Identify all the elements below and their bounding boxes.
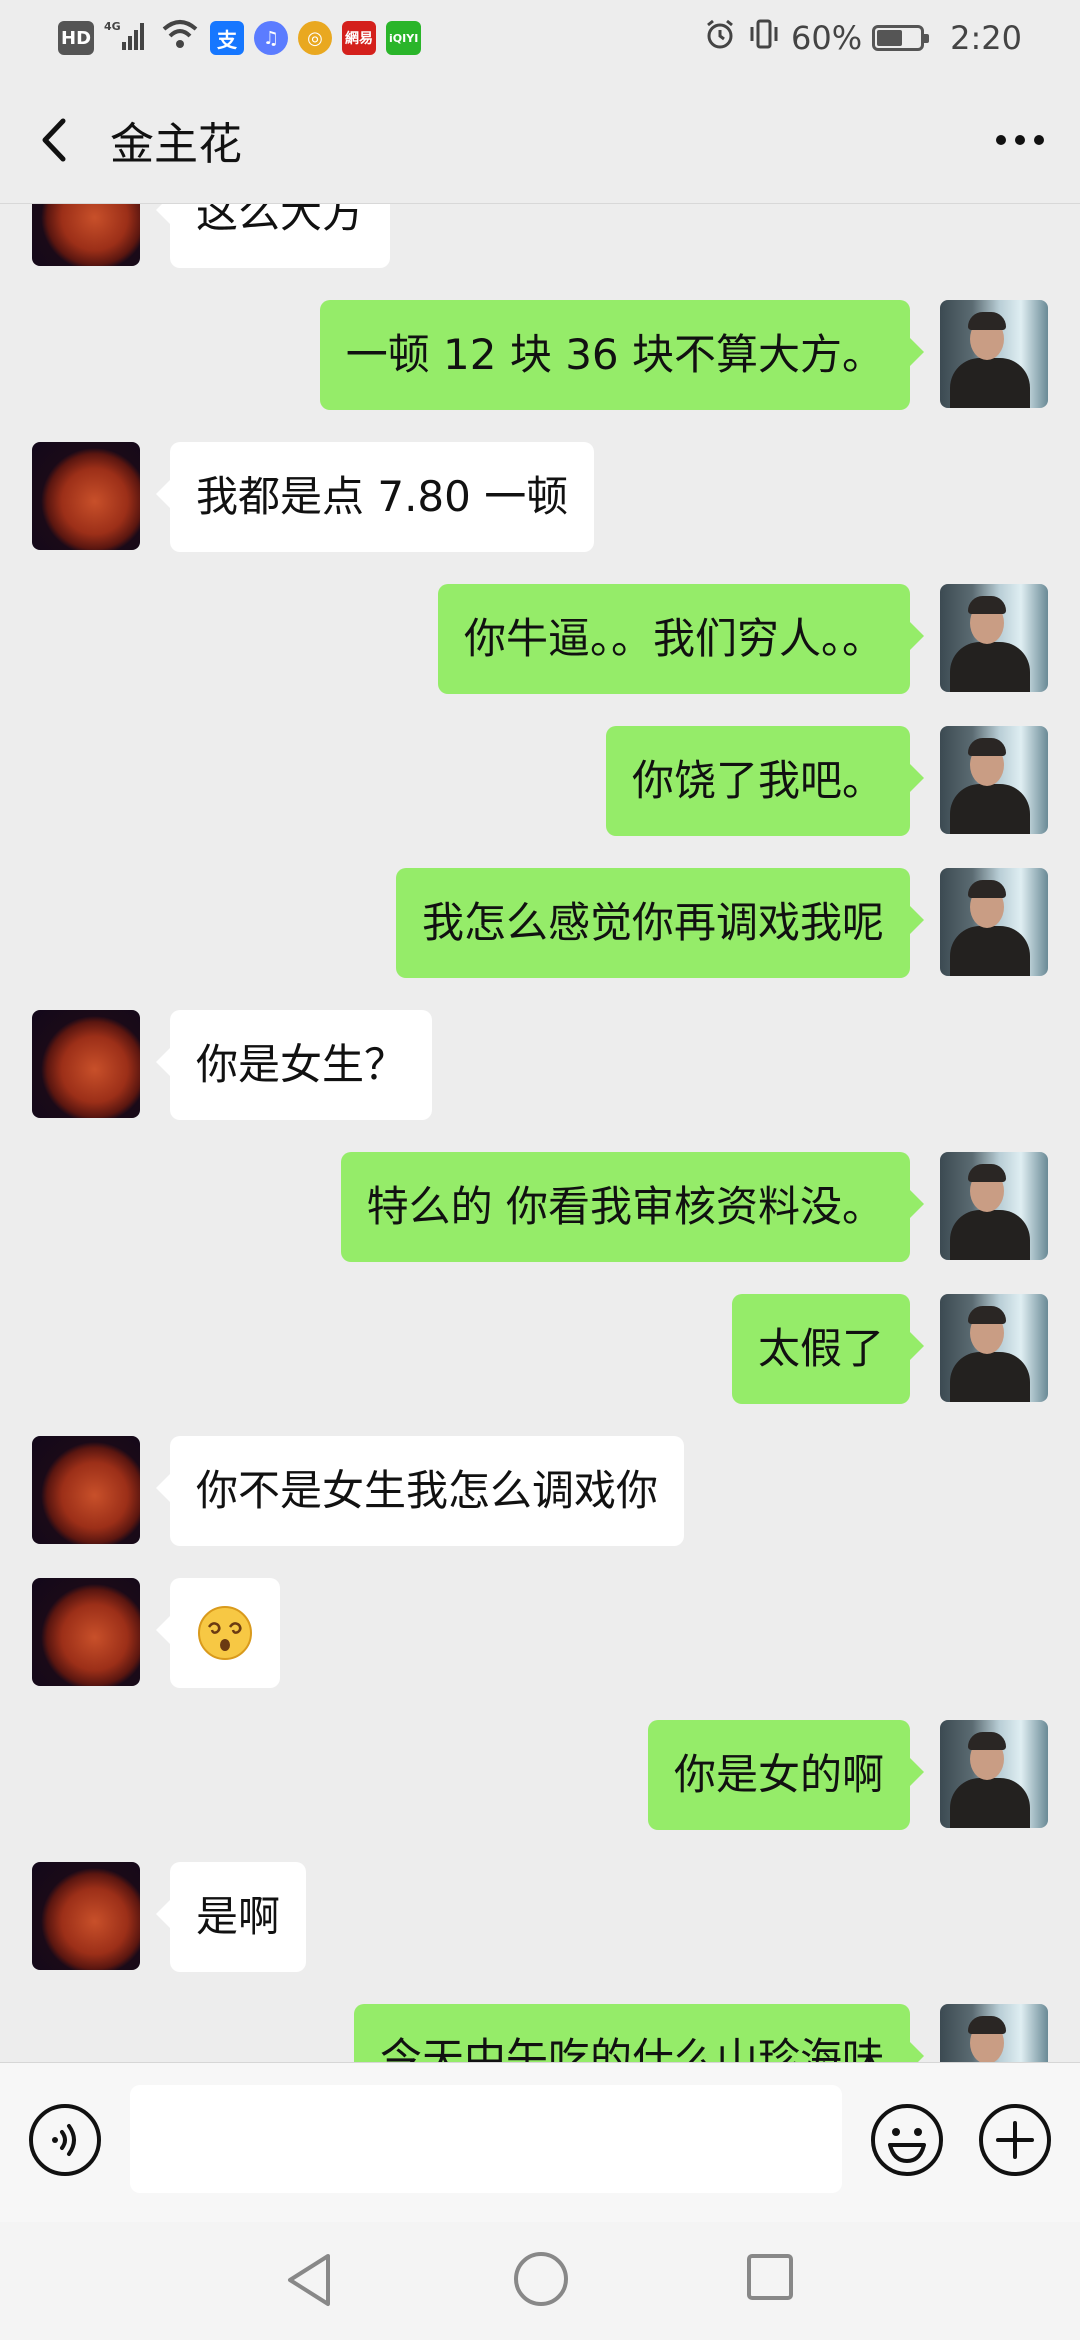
message-row (0, 1578, 1080, 1688)
more-functions-button[interactable] (978, 2103, 1052, 2177)
message-row: 一顿 12 块 36 块不算大方。 (0, 300, 1080, 410)
plus-icon (979, 2104, 1051, 2176)
music-icon: ♫ (254, 21, 289, 55)
self-avatar[interactable] (940, 300, 1048, 408)
message-list[interactable]: 这么大方 一顿 12 块 36 块不算大方。 我都是点 7.80 一顿 你牛逼。… (0, 204, 1080, 2062)
message-bubble-sent[interactable]: 特么的 你看我审核资料没。 (340, 1152, 925, 1262)
contact-avatar[interactable] (32, 1436, 140, 1544)
message-row: 今天中午吃的什么山珍海味 (0, 2004, 1080, 2062)
self-avatar[interactable] (940, 868, 1048, 976)
message-row: 这么大方 (0, 204, 1080, 268)
more-dots-icon (996, 135, 1044, 145)
contact-avatar[interactable] (32, 442, 140, 550)
message-bubble-sent[interactable]: 你是女的啊 (647, 1720, 925, 1830)
chat-title: 金主花 (110, 118, 242, 170)
contact-avatar[interactable] (32, 1578, 140, 1686)
emoji-button[interactable] (870, 2103, 944, 2177)
vibrate-icon (747, 17, 781, 59)
message-row: 你牛逼。。我们穷人。。 (0, 584, 1080, 694)
voice-input-button[interactable] (28, 2103, 102, 2177)
contact-avatar[interactable] (32, 1862, 140, 1970)
nav-home-button[interactable] (512, 2250, 570, 2308)
message-bubble-received[interactable]: 是啊 (155, 1862, 307, 1972)
wifi-icon (160, 17, 200, 59)
message-bubble-received[interactable]: 你是女生？ (155, 1010, 433, 1120)
message-bubble-received[interactable] (156, 1578, 280, 1688)
message-bubble-received[interactable]: 你不是女生我怎么调戏你 (155, 1436, 685, 1546)
message-bubble-sent[interactable]: 你饶了我吧。 (605, 726, 925, 836)
netease-icon: 網易 (342, 21, 377, 55)
message-row: 你是女的啊 (0, 1720, 1080, 1830)
dizzy-face-emoji-icon (198, 1606, 252, 1660)
message-row: 是啊 (0, 1862, 1080, 1972)
system-nav-bar (0, 2222, 1080, 2340)
status-bar: HD 4G 支 ♫ ◎ 網易 iQIYI 60% 2:20 (0, 0, 1080, 76)
nav-back-button[interactable] (282, 2250, 338, 2310)
self-avatar[interactable] (940, 584, 1048, 692)
status-bar-right: 60% 2:20 (703, 17, 1022, 59)
triangle-back-icon (288, 2254, 330, 2306)
message-row: 太假了 (0, 1294, 1080, 1404)
alarm-icon (703, 17, 737, 59)
message-bubble-sent[interactable]: 太假了 (731, 1294, 925, 1404)
self-avatar[interactable] (940, 1294, 1048, 1402)
message-row: 你是女生？ (0, 1010, 1080, 1120)
battery-percent: 60% (791, 19, 863, 57)
battery-icon (872, 25, 930, 51)
square-recents-icon (747, 2254, 793, 2300)
hd-icon: HD (58, 21, 95, 55)
battery-fill (877, 30, 903, 46)
alipay-icon: 支 (210, 21, 245, 55)
self-avatar[interactable] (940, 726, 1048, 834)
clock: 2:20 (950, 19, 1022, 57)
message-bubble-sent[interactable]: 我怎么感觉你再调戏我呢 (395, 868, 925, 978)
smiley-icon (871, 2104, 943, 2176)
more-options-button[interactable] (980, 100, 1060, 180)
status-bar-left: HD 4G 支 ♫ ◎ 網易 iQIYI (58, 17, 422, 59)
message-input[interactable] (130, 2085, 842, 2193)
contact-avatar[interactable] (32, 1010, 140, 1118)
voice-icon (29, 2104, 101, 2176)
message-row: 特么的 你看我审核资料没。 (0, 1152, 1080, 1262)
svg-text:4G: 4G (104, 20, 121, 33)
message-bubble-sent[interactable]: 你牛逼。。我们穷人。。 (437, 584, 925, 694)
message-bubble-received[interactable]: 这么大方 (155, 204, 391, 268)
message-row: 你饶了我吧。 (0, 726, 1080, 836)
message-bubble-sent[interactable]: 一顿 12 块 36 块不算大方。 (319, 300, 925, 410)
nav-recents-button[interactable] (745, 2252, 795, 2302)
contact-avatar[interactable] (32, 204, 140, 266)
chat-header: 金主花 (0, 76, 1080, 204)
chrome-icon: ◎ (298, 21, 333, 55)
self-avatar[interactable] (940, 2004, 1048, 2062)
message-row: 我怎么感觉你再调戏我呢 (0, 868, 1080, 978)
self-avatar[interactable] (940, 1152, 1048, 1260)
message-row: 我都是点 7.80 一顿 (0, 442, 1080, 552)
message-bubble-received[interactable]: 我都是点 7.80 一顿 (155, 442, 595, 552)
4g-signal-icon: 4G (104, 18, 150, 58)
message-bubble-sent[interactable]: 今天中午吃的什么山珍海味 (353, 2004, 925, 2062)
iqiyi-icon: iQIYI (386, 21, 422, 55)
message-row: 你不是女生我怎么调戏你 (0, 1436, 1080, 1546)
back-button[interactable] (0, 76, 110, 204)
self-avatar[interactable] (940, 1720, 1048, 1828)
chevron-left-icon (42, 118, 66, 161)
input-bar (0, 2062, 1080, 2222)
circle-home-icon (514, 2252, 568, 2306)
